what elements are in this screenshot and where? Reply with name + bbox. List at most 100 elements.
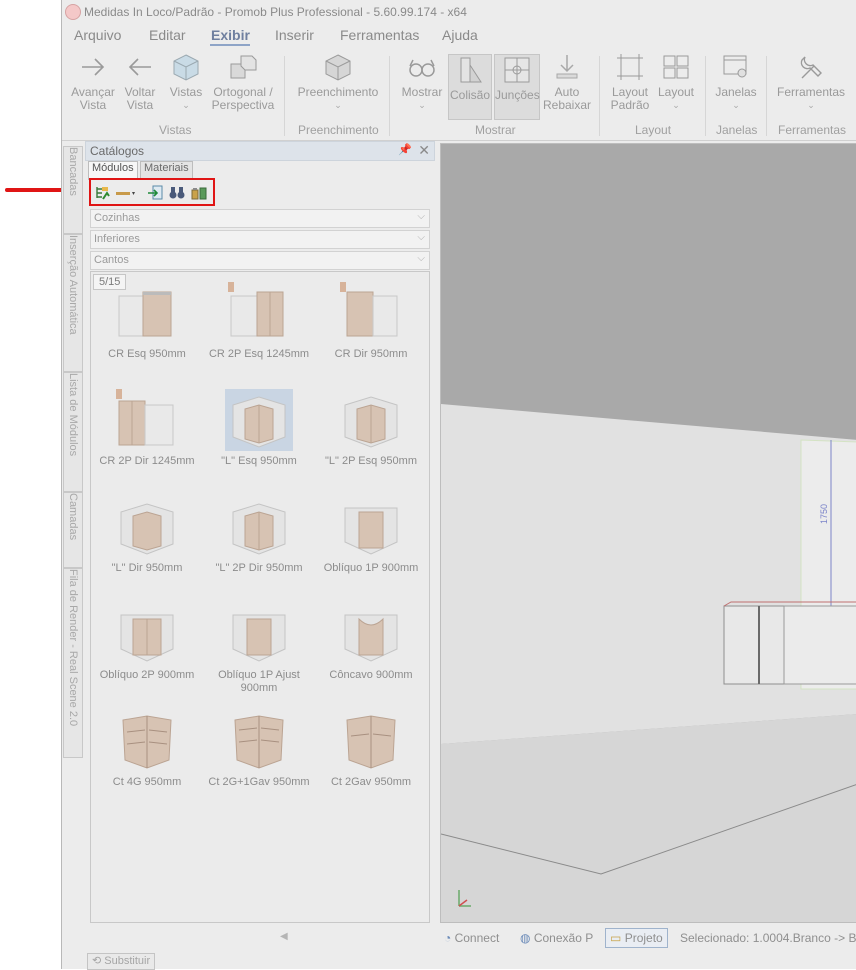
ortogonal-perspectiva-button[interactable]: Ortogonal / Perspectiva xyxy=(210,52,276,112)
module-item[interactable]: "L" Esq 950mm xyxy=(203,383,315,488)
3d-viewport[interactable]: 1750 xyxy=(440,143,856,923)
module-item[interactable]: Ct 2G+1Gav 950mm xyxy=(203,704,315,809)
menu-inserir[interactable]: Inserir xyxy=(275,27,314,43)
side-tab-bancadas[interactable]: Bancadas xyxy=(63,146,83,234)
module-tree-icon[interactable] xyxy=(94,185,110,200)
auto-rebaixar-button[interactable]: Auto Rebaixar xyxy=(542,52,592,112)
conexao-status[interactable]: ◍ Conexão P xyxy=(520,931,593,945)
layout-padrao-button[interactable]: Layout Padrão xyxy=(608,52,652,112)
module-label: Ct 4G 950mm xyxy=(112,776,182,788)
glasses-icon xyxy=(407,52,437,82)
vistas-chevron-icon: ⌄ xyxy=(182,100,190,110)
combo-cozinhas[interactable]: Cozinhas ⌵ xyxy=(90,209,430,228)
scene-render: 1750 xyxy=(441,144,856,922)
module-thumbnail xyxy=(340,282,398,337)
auto-rebaixar-label1: Auto xyxy=(554,85,580,99)
module-label: "L" Dir 950mm xyxy=(111,562,183,574)
module-item[interactable]: CR 2P Dir 1245mm xyxy=(91,383,203,488)
cube-icon xyxy=(171,52,201,82)
tools-wrench-icon xyxy=(796,52,826,82)
side-tab-lista-de-modulos[interactable]: Lista de Módulos xyxy=(63,372,83,492)
vistas-button[interactable]: Vistas ⌄ xyxy=(166,52,206,112)
module-thumbnail xyxy=(344,614,398,662)
line-dropdown-icon[interactable] xyxy=(115,185,137,200)
module-item[interactable]: "L" Dir 950mm xyxy=(91,490,203,595)
import-arrow-icon[interactable] xyxy=(147,185,163,200)
menu-bar: Arquivo Editar Exibir Inserir Ferramenta… xyxy=(62,24,856,48)
module-grid: 5/15 CR Esq 950mm CR 2P Esq 1245mm CR Di… xyxy=(90,271,430,923)
module-item[interactable]: CR 2P Esq 1245mm xyxy=(203,276,315,381)
janelas-chevron-icon: ⌄ xyxy=(732,100,740,110)
avancar-vista-button[interactable]: Avançar Vista xyxy=(70,52,116,112)
scroll-left-arrow-icon[interactable]: ◀ xyxy=(280,931,288,942)
layout-padrao-label1: Layout xyxy=(611,85,649,99)
ortho-cubes-icon xyxy=(228,52,258,82)
layout-button[interactable]: Layout ⌄ xyxy=(656,52,696,112)
ferramentas-button[interactable]: Ferramentas ⌄ xyxy=(776,52,846,112)
side-tab-insercao-automatica[interactable]: Inserção Automática xyxy=(63,234,83,372)
close-icon[interactable]: ✕ xyxy=(418,142,430,159)
substituir-label: Substituir xyxy=(104,955,151,967)
pin-icon[interactable]: 📌 xyxy=(398,143,412,156)
application-window: Medidas In Loco/Padrão - Promob Plus Pro… xyxy=(61,0,856,970)
module-item[interactable]: "L" 2P Esq 950mm xyxy=(315,383,427,488)
juncoes-button[interactable]: Junções xyxy=(494,54,540,120)
module-item[interactable]: Côncavo 900mm xyxy=(315,597,427,702)
combo-inferiores-value: Inferiores xyxy=(94,233,140,245)
module-item[interactable]: Oblíquo 2P 900mm xyxy=(91,597,203,702)
conexao-label: Conexão P xyxy=(533,931,594,945)
module-item[interactable]: Oblíquo 1P 900mm xyxy=(315,490,427,595)
module-item[interactable]: CR Esq 950mm xyxy=(91,276,203,381)
folder-icon: ▭ xyxy=(610,931,622,945)
replace-icon: ⟲ xyxy=(92,955,102,967)
projeto-label: Projeto xyxy=(624,931,663,945)
menu-editar[interactable]: Editar xyxy=(149,27,186,43)
ribbon: Avançar Vista Voltar Vista Vistas ⌄ Orto… xyxy=(62,48,856,141)
collision-icon xyxy=(455,55,485,85)
preenchimento-label1: Preenchimento xyxy=(297,85,379,99)
module-thumbnail xyxy=(116,389,174,446)
module-thumbnail xyxy=(120,614,174,662)
mostrar-button[interactable]: Mostrar ⌄ xyxy=(400,52,444,112)
module-item[interactable]: Oblíquo 1P Ajust 900mm xyxy=(203,597,315,702)
arrow-left-icon xyxy=(125,52,155,82)
group-label-mostrar: Mostrar xyxy=(475,123,516,137)
menu-arquivo[interactable]: Arquivo xyxy=(74,27,121,43)
module-item[interactable]: Ct 4G 950mm xyxy=(91,704,203,809)
connect-status[interactable]: ◔ Connect xyxy=(444,931,499,945)
auto-rebaixar-label2: Rebaixar xyxy=(542,98,592,112)
arrow-right-icon xyxy=(78,52,108,82)
combo-cantos[interactable]: Cantos ⌵ xyxy=(90,251,430,270)
download-arrow-icon xyxy=(552,52,582,82)
module-item[interactable]: Ct 2Gav 950mm xyxy=(315,704,427,809)
layout-chevron-icon: ⌄ xyxy=(672,100,680,110)
binoculars-icon[interactable] xyxy=(169,185,185,200)
substituir-button[interactable]: ⟲ Substituir xyxy=(87,953,156,970)
menu-ferramentas[interactable]: Ferramentas xyxy=(340,27,419,43)
window-title: Medidas In Loco/Padrão - Promob Plus Pro… xyxy=(84,5,467,19)
globe-icon: ◍ xyxy=(520,931,531,945)
module-item[interactable]: "L" 2P Dir 950mm xyxy=(203,490,315,595)
jars-icon[interactable] xyxy=(191,185,207,200)
side-tab-bancadas-label: Bancadas xyxy=(67,147,79,196)
combo-inferiores[interactable]: Inferiores ⌵ xyxy=(90,230,430,249)
layout-label1: Layout xyxy=(657,85,695,99)
side-tab-camadas[interactable]: Camadas xyxy=(63,492,83,568)
ribbon-separator xyxy=(389,56,390,136)
group-label-layout: Layout xyxy=(635,123,672,137)
module-item[interactable]: CR Dir 950mm xyxy=(315,276,427,381)
module-thumbnail xyxy=(346,715,396,769)
voltar-vista-button[interactable]: Voltar Vista xyxy=(120,52,160,112)
module-label: Oblíquo 1P Ajust 900mm xyxy=(218,669,300,694)
menu-exibir[interactable]: Exibir xyxy=(211,27,250,43)
colisao-button[interactable]: Colisão xyxy=(448,54,492,120)
menu-ajuda[interactable]: Ajuda xyxy=(442,27,478,43)
combo-cantos-value: Cantos xyxy=(94,254,129,266)
colisao-label1: Colisão xyxy=(449,88,491,102)
voltar-vista-label1: Voltar xyxy=(124,85,156,99)
projeto-button[interactable]: ▭ Projeto xyxy=(605,928,668,948)
side-tab-fila-de-render[interactable]: Fila de Render - Real Scene 2.0 xyxy=(63,568,83,758)
preenchimento-button[interactable]: Preenchimento ⌄ xyxy=(296,52,380,112)
ortogonal-label1: Ortogonal / xyxy=(213,85,273,99)
janelas-button[interactable]: Janelas ⌄ xyxy=(714,52,758,112)
